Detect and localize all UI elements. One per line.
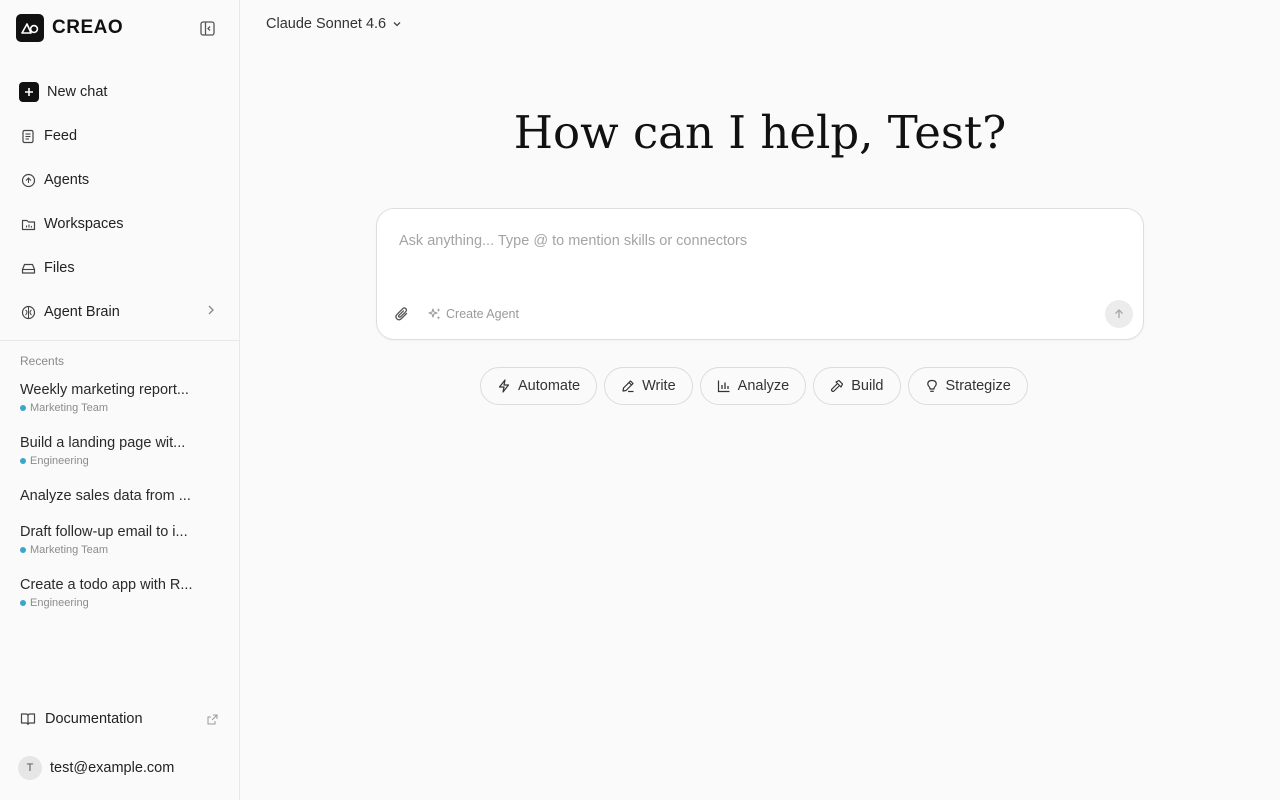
sidebar-item-label: Workspaces [44,216,124,232]
suggestion-chips: Automate Write Analyze Build Strategize [480,367,1035,405]
tag-dot [20,405,26,411]
sidebar-item-agent-brain[interactable]: Agent Brain [0,290,239,334]
model-selector[interactable]: Claude Sonnet 4.6 [266,14,402,34]
sidebar-item-feed[interactable]: Feed [0,114,239,158]
chevron-down-icon [392,20,402,28]
sidebar-divider [0,340,239,341]
recents-heading: Recents [20,354,65,368]
chevron-right-icon [207,304,215,320]
recent-workspace-tag: Engineering [20,454,220,468]
brain-icon [20,304,36,320]
recent-workspace-tag: Marketing Team [20,543,220,557]
chip-analyze[interactable]: Analyze [699,367,807,405]
recent-workspace-tag: Engineering [20,596,220,610]
collapse-sidebar-icon[interactable] [198,19,216,37]
recent-item[interactable]: Create a todo app with R... Engineering [20,575,220,628]
chip-label: Write [642,378,676,394]
chip-label: Analyze [737,378,790,394]
documentation-link[interactable]: Documentation [20,708,220,730]
send-button[interactable] [1105,300,1133,328]
new-chat-label: New chat [47,84,108,100]
recent-title: Draft follow-up email to i... [20,524,188,540]
recent-item[interactable]: Build a landing page wit... Engineering [20,433,220,486]
chip-label: Strategize [945,378,1011,394]
chip-strategize[interactable]: Strategize [907,367,1028,405]
bar-chart-icon [717,379,731,393]
prompt-composer: Create Agent [376,208,1144,340]
recent-title: Analyze sales data from ... [20,488,191,504]
recent-workspace-tag: Marketing Team [20,401,220,415]
newspaper-icon [20,128,36,144]
sidebar-item-workspaces[interactable]: Workspaces [0,202,239,246]
lightning-icon [497,379,511,393]
recent-title: Weekly marketing report... [20,382,189,398]
tag-dot [20,547,26,553]
lightbulb-icon [925,379,939,393]
book-open-icon [20,712,36,726]
creao-logo-icon [16,14,44,42]
recent-item[interactable]: Draft follow-up email to i... Marketing … [20,522,220,575]
sidebar-item-agents[interactable]: Agents [0,158,239,202]
create-agent-button[interactable]: Create Agent [428,305,519,323]
sidebar: CREAO New chat Feed Agents Workspaces Fi… [0,0,240,800]
chip-label: Automate [518,378,581,394]
chip-label: Build [851,378,884,394]
user-account[interactable]: T test@example.com [18,756,174,780]
plus-icon [19,82,39,102]
recent-tag-label: Engineering [30,597,89,609]
sidebar-nav: New chat Feed Agents Workspaces Files Ag… [0,70,239,334]
brand-name: CREAO [52,17,124,38]
agent-icon [20,172,36,188]
hammer-icon [830,379,844,393]
hard-drive-icon [20,260,36,276]
tag-dot [20,600,26,606]
brand-logo[interactable]: CREAO [16,14,123,42]
recents-list: Weekly marketing report... Marketing Tea… [20,380,220,628]
avatar: T [18,756,42,780]
recent-title: Create a todo app with R... [20,577,193,593]
paperclip-icon[interactable] [393,305,411,323]
chip-write[interactable]: Write [604,367,693,405]
sidebar-item-files[interactable]: Files [0,246,239,290]
sidebar-item-label: Files [44,260,75,276]
user-email: test@example.com [50,760,175,776]
chip-automate[interactable]: Automate [480,367,598,405]
arrow-up-icon [1113,308,1125,320]
recent-tag-label: Engineering [30,455,89,467]
chip-build[interactable]: Build [813,367,901,405]
prompt-input[interactable] [399,229,1119,253]
external-link-icon [207,713,218,729]
new-chat-button[interactable]: New chat [0,70,239,114]
documentation-label: Documentation [45,711,143,727]
folder-chart-icon [20,216,36,232]
model-name: Claude Sonnet 4.6 [266,16,387,32]
main-content: Claude Sonnet 4.6 How can I help, Test? … [240,0,1280,800]
pencil-icon [621,379,635,393]
sidebar-item-label: Feed [44,128,78,144]
recent-tag-label: Marketing Team [30,402,109,414]
recent-item[interactable]: Analyze sales data from ... [20,486,220,522]
sidebar-item-label: Agents [44,172,90,188]
sparkles-icon [428,307,442,321]
tag-dot [20,458,26,464]
recent-title: Build a landing page wit... [20,435,186,451]
sidebar-item-label: Agent Brain [44,304,120,320]
recent-tag-label: Marketing Team [30,544,109,556]
greeting-heading: How can I help, Test? [513,106,1007,159]
recent-item[interactable]: Weekly marketing report... Marketing Tea… [20,380,220,433]
create-agent-label: Create Agent [446,307,519,321]
